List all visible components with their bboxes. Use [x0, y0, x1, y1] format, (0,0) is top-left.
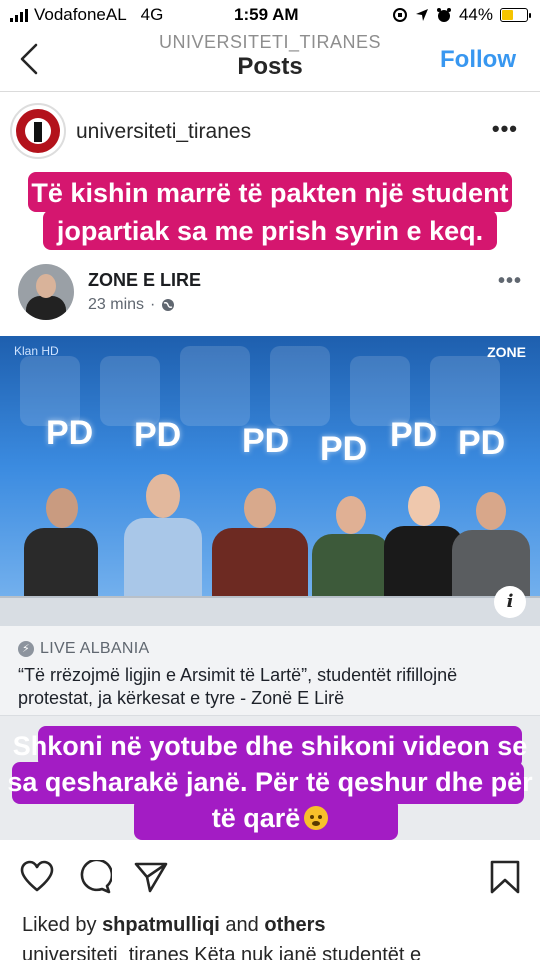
battery-icon — [500, 8, 531, 22]
heart-icon[interactable] — [20, 860, 54, 894]
pd-sign: PD — [242, 422, 290, 460]
globe-icon — [162, 299, 175, 311]
post-more-button[interactable]: ••• — [492, 116, 518, 142]
show-logo: ZONE — [487, 344, 526, 360]
studio-desk — [0, 596, 540, 626]
link-title: “Të rrëzojmë ligjin e Arsimit të Lartë”,… — [18, 665, 458, 708]
pd-sign: PD — [46, 414, 94, 452]
fb-page-name: ZONE E LIRE — [88, 270, 202, 290]
lightning-icon: ⚡ — [18, 641, 34, 657]
pd-sign: PD — [134, 416, 182, 454]
post-actions — [0, 850, 540, 906]
top-caption-overlay: Të kishin marrë të pakten një student jo… — [0, 162, 540, 254]
fb-page-avatar — [18, 264, 74, 320]
clock: 1:59 AM — [234, 5, 299, 24]
location-icon — [415, 9, 428, 21]
person — [312, 490, 390, 608]
top-caption-text: Të kishin marrë të pakten një student jo… — [31, 178, 509, 246]
comment-icon[interactable] — [78, 860, 112, 894]
video-thumbnail: Klan HD ZONE PD PD PD PD PD PD i — [0, 336, 540, 626]
channel-watermark: Klan HD — [14, 344, 59, 358]
likes-prefix: Liked by — [22, 914, 97, 936]
likes-middle: and — [225, 914, 259, 936]
carrier: VodafoneAL — [34, 5, 127, 24]
person — [118, 458, 208, 608]
pd-sign: PD — [390, 416, 438, 454]
likes-line[interactable]: Liked by shpatmulliqi and others — [22, 914, 325, 937]
post-username[interactable]: universiteti_tiranes — [76, 120, 251, 144]
exploding-head-emoji-icon — [304, 806, 329, 830]
fb-post-time: 23 mins · — [88, 296, 175, 314]
likes-others[interactable]: others — [264, 914, 325, 936]
post-header: universiteti_tiranes ••• — [0, 100, 540, 162]
info-icon: i — [494, 586, 526, 618]
network-type: 4G — [140, 5, 164, 24]
fb-time-text: 23 mins — [88, 296, 145, 313]
bottom-caption-words: Shkoni në yotube dhe shikoni videon se s… — [7, 731, 533, 833]
fb-post-header: ZONE E LIRE 23 mins · ••• — [0, 254, 540, 338]
link-preview: ⚡ LIVE ALBANIA “Të rrëzojmë ligjin e Ars… — [0, 626, 540, 716]
pd-sign: PD — [320, 430, 368, 468]
pd-sign: PD — [458, 424, 506, 462]
alarm-icon — [436, 8, 451, 22]
bottom-caption-text: Shkoni në yotube dhe shikoni videon se s… — [0, 728, 540, 836]
share-icon[interactable] — [134, 860, 168, 894]
liked-by-user[interactable]: shpatmulliqi — [102, 914, 220, 936]
rotation-lock-icon — [392, 8, 407, 22]
status-left: VodafoneAL 4G — [10, 5, 163, 25]
status-bar: VodafoneAL 4G 1:59 AM 44% — [0, 0, 540, 30]
battery-percent: 44% — [458, 5, 493, 24]
follow-button[interactable]: Follow — [440, 46, 516, 74]
person — [24, 478, 98, 608]
post-image[interactable]: Të kishin marrë të pakten një student jo… — [0, 162, 540, 840]
caption-preview[interactable]: universiteti_tiranes Këta nuk janë stude… — [22, 944, 421, 960]
nav-header: UNIVERSITETI_TIRANES Posts Follow — [0, 30, 540, 92]
link-source: ⚡ LIVE ALBANIA — [18, 640, 149, 658]
university-logo-icon — [16, 109, 60, 153]
link-source-text: LIVE ALBANIA — [40, 640, 150, 657]
person — [212, 484, 308, 608]
bookmark-icon[interactable] — [488, 860, 522, 894]
profile-avatar[interactable] — [10, 103, 66, 159]
signal-icon — [10, 8, 28, 22]
status-right: 44% — [392, 5, 531, 25]
fb-time-dot: · — [150, 296, 156, 313]
fb-more-icon: ••• — [497, 270, 522, 292]
bottom-caption-overlay: Shkoni në yotube dhe shikoni videon se s… — [0, 724, 540, 840]
